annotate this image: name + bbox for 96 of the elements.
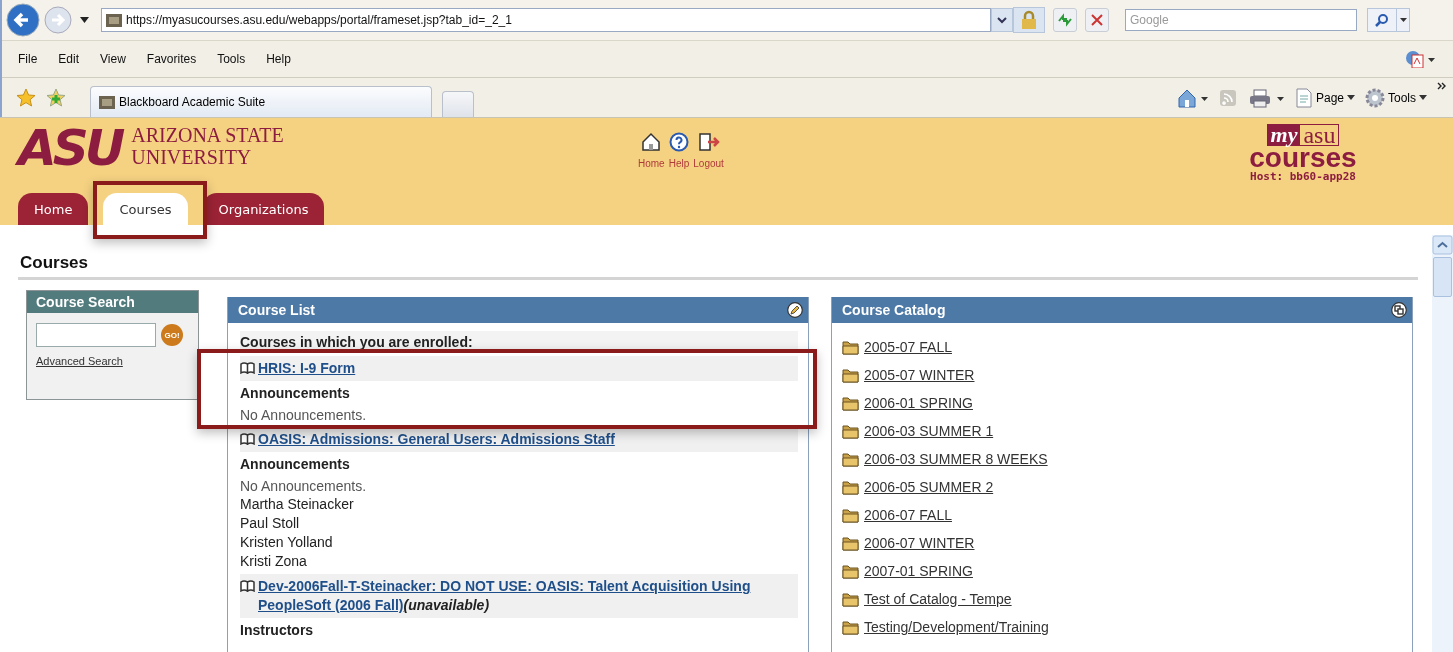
search-options-button[interactable] <box>1396 8 1410 32</box>
catalog-link[interactable]: Test of Catalog - Tempe <box>864 591 1012 607</box>
catalog-link[interactable]: 2005-07 FALL <box>864 339 952 355</box>
folder-icon <box>842 451 859 467</box>
help-icon <box>668 132 689 152</box>
folder-icon <box>842 479 859 495</box>
book-icon <box>240 433 255 445</box>
university-name: UNIVERSITY <box>131 146 253 168</box>
catalog-link[interactable]: 2006-07 FALL <box>864 507 952 523</box>
panel-title: Course Search <box>27 291 198 313</box>
header-link[interactable]: Home <box>638 132 665 169</box>
nav-tab[interactable]: Home <box>18 193 89 225</box>
menu-item[interactable]: File <box>18 52 38 66</box>
folder-icon <box>842 563 859 579</box>
refresh-icon <box>1057 13 1073 27</box>
scrollbar[interactable] <box>1432 235 1453 652</box>
catalog-link[interactable]: 2006-03 SUMMER 1 <box>864 423 994 439</box>
search-field[interactable]: Google <box>1125 9 1357 31</box>
menu-item[interactable]: View <box>100 52 126 66</box>
scroll-thumb[interactable] <box>1433 257 1452 297</box>
person-name: Paul Stoll <box>240 514 301 533</box>
catalog-link[interactable]: 2007-01 SPRING <box>864 563 973 579</box>
chevron-down-icon <box>997 16 1007 24</box>
caret-icon <box>1399 18 1407 22</box>
section-heading: Announcements <box>240 455 351 474</box>
pdf-icon[interactable] <box>1405 50 1435 68</box>
section-heading: Instructors <box>240 621 315 640</box>
close-icon <box>1091 14 1103 26</box>
catalog-link[interactable]: 2006-01 SPRING <box>864 395 973 411</box>
folder-icon <box>842 591 859 607</box>
refresh-button[interactable] <box>1053 8 1077 32</box>
add-favorite-icon[interactable] <box>46 87 66 108</box>
brand-logo-text: courses <box>1249 146 1357 170</box>
panel-title: Course List <box>238 302 315 318</box>
host-label: Host: bb60-app28 <box>1250 170 1356 183</box>
home-icon[interactable] <box>1176 87 1209 108</box>
menu-item[interactable]: Tools <box>217 52 246 66</box>
catalog-link[interactable]: 2006-05 SUMMER 2 <box>864 479 994 495</box>
stop-button[interactable] <box>1085 8 1109 32</box>
section-heading: Announcements <box>240 384 351 403</box>
folder-icon <box>842 619 859 635</box>
folder-icon <box>842 395 859 411</box>
door-arrow-icon <box>697 132 720 152</box>
home-icon <box>641 132 662 152</box>
caret-icon[interactable] <box>80 17 89 23</box>
edit-icon[interactable] <box>787 302 803 318</box>
search-icon <box>1375 13 1389 27</box>
catalog-link[interactable]: Testing/Development/Training <box>864 619 1049 635</box>
book-icon <box>240 580 255 592</box>
scroll-up-icon[interactable] <box>1432 235 1453 255</box>
header-link[interactable]: Logout <box>693 132 724 169</box>
catalog-link[interactable]: 2006-03 SUMMER 8 WEEKS <box>864 451 1048 467</box>
browser-tab[interactable]: Blackboard Academic Suite <box>90 86 432 117</box>
page-icon <box>1294 87 1313 108</box>
page-menu-button[interactable]: Page <box>1294 87 1355 108</box>
course-search-field[interactable] <box>36 323 156 347</box>
folder-icon <box>842 507 859 523</box>
folder-icon <box>842 367 859 383</box>
favorites-star-icon[interactable] <box>16 87 36 108</box>
announcement-text: No Announcements. <box>240 406 368 424</box>
folder-icon <box>842 423 859 439</box>
panel-title: Course Catalog <box>842 302 946 318</box>
dropdown-button[interactable] <box>991 8 1013 32</box>
gear-icon <box>1365 87 1385 108</box>
tools-menu-button[interactable]: Tools <box>1365 87 1427 108</box>
page-title: Courses <box>20 253 90 273</box>
person-name: Kristi Zona <box>240 552 308 571</box>
menu-item[interactable]: Help <box>266 52 291 66</box>
folder-icon <box>842 535 859 551</box>
window-icon[interactable] <box>1391 302 1407 318</box>
back-button[interactable] <box>6 3 40 37</box>
catalog-link[interactable]: 2006-07 WINTER <box>864 535 975 551</box>
chevron-icon[interactable] <box>1437 82 1447 90</box>
folder-icon <box>842 339 859 355</box>
menu-item[interactable]: Edit <box>58 52 80 66</box>
caret-icon <box>1347 95 1355 100</box>
menu-item[interactable]: Favorites <box>146 52 197 66</box>
nav-tab[interactable]: Courses <box>103 193 188 225</box>
caret-icon <box>1419 95 1427 100</box>
brand-logo-text: asu <box>1302 125 1337 145</box>
brand-logo-script: my <box>1267 125 1301 145</box>
announcement-text: No Announcements. <box>240 477 368 495</box>
person-name: Martha Steinacker <box>240 495 355 514</box>
catalog-link[interactable]: 2005-07 WINTER <box>864 367 975 383</box>
site-icon <box>106 13 122 27</box>
advanced-search-link[interactable]: Advanced Search <box>36 355 189 367</box>
site-icon <box>99 95 115 109</box>
lock-icon[interactable] <box>1021 10 1037 30</box>
person-name: Kristen Yolland <box>240 533 334 552</box>
search-button[interactable] <box>1367 8 1397 32</box>
print-icon[interactable] <box>1248 87 1285 108</box>
book-icon <box>240 362 255 374</box>
university-name: ARIZONA STATE <box>131 124 284 146</box>
header-link[interactable]: Help <box>668 132 690 169</box>
course-title[interactable]: HRIS: I-9 Form <box>258 359 356 378</box>
address-field[interactable]: https://myasucourses.asu.edu/webapps/portal/frameset.jsp?tab_id=_2_1 <box>101 8 991 32</box>
